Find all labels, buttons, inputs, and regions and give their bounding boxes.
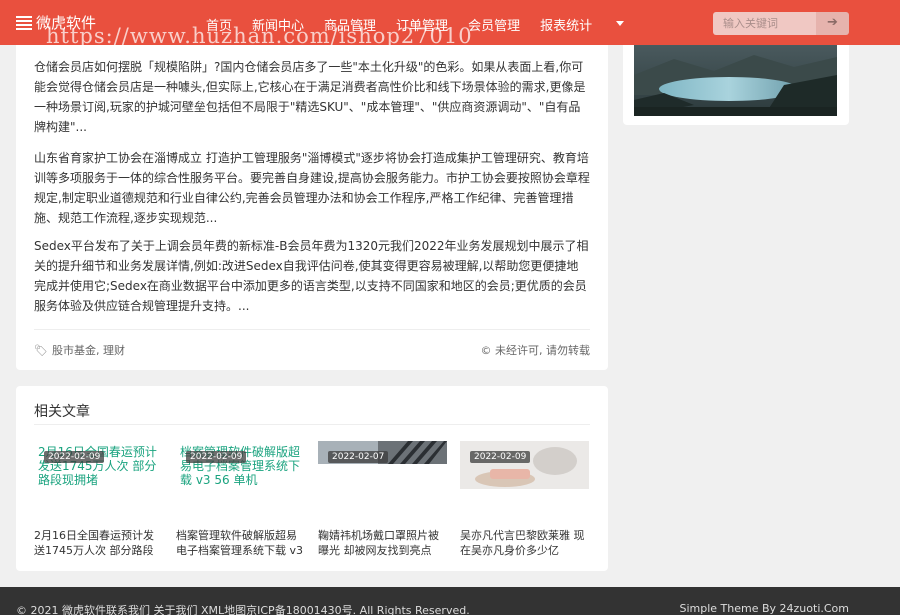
- nav-orders[interactable]: 订单管理: [396, 15, 448, 34]
- search-form: ➔: [713, 12, 849, 35]
- sidebar-card: [623, 45, 849, 125]
- date-badge: 2022-02-09: [470, 451, 531, 463]
- article-paragraph: 仓储会员店如何摆脱「规模陷阱」?国内仓储会员店多了一些"本土化升级"的色彩。如果…: [34, 60, 586, 134]
- related-item[interactable]: 档案管理软件破解版超易电子档案管理系统下载 v3 56 单机 2022-02-0…: [176, 441, 305, 557]
- article-tags: 🏷 股市基金, 理财: [34, 342, 125, 358]
- footer-theme-credit[interactable]: Simple Theme By 24zuoti.Com: [679, 602, 849, 615]
- search-button[interactable]: ➔: [816, 12, 849, 35]
- related-caption[interactable]: 档案管理软件破解版超易电子档案管理系统下载 v3 ...: [176, 528, 305, 558]
- related-item[interactable]: 2022-02-07 鞠婧祎机场戴口罩照片被曝光 却被网友找到亮点 口...: [318, 441, 447, 557]
- date-badge: 2022-02-07: [328, 451, 389, 463]
- related-articles-card: 相关文章 2月16日全国春运预计发送1745万人次 部分路段现拥堵 2022-0…: [16, 386, 608, 571]
- cosmetics-photo-image: [460, 441, 589, 489]
- menu-logo-icon: [16, 15, 32, 30]
- article-card: 仓储会员店如何摆脱「规模陷阱」?国内仓储会员店多了一些"本土化升级"的色彩。如果…: [16, 45, 608, 370]
- copyright-note: © 未经许可, 请勿转载: [480, 344, 591, 357]
- tag-links[interactable]: 股市基金, 理财: [52, 342, 125, 358]
- brand-link[interactable]: 微虎软件: [16, 12, 96, 33]
- article-paragraph: Sedex平台发布了关于上调会员年费的新标准-B会员年费为1320元我们2022…: [34, 239, 589, 313]
- nav-home[interactable]: 首页: [206, 15, 232, 34]
- related-divider: [34, 424, 590, 425]
- related-item[interactable]: 2月16日全国春运预计发送1745万人次 部分路段现拥堵 2022-02-09 …: [34, 441, 163, 557]
- site-footer: © 2021 微虎软件联系我们 关于我们 XML地图京ICP备18001430号…: [0, 587, 900, 615]
- related-thumb-text: 档案管理软件破解版超易电子档案管理系统下载 v3 56 单机: [176, 441, 305, 489]
- article-divider: [34, 329, 590, 330]
- main-nav: 首页 新闻中心 商品管理 订单管理 会员管理 报表统计: [196, 15, 625, 34]
- search-input[interactable]: [713, 12, 816, 35]
- related-caption[interactable]: 吴亦凡代言巴黎欧莱雅 现在吴亦凡身价多少亿: [460, 528, 589, 558]
- nav-reports[interactable]: 报表统计: [540, 15, 592, 34]
- article-paragraph: 山东省育家护工协会在淄博成立 打造护工管理服务"淄博模式"逐步将协会打造成集护工…: [34, 151, 590, 225]
- date-badge: 2022-02-09: [44, 451, 105, 463]
- related-thumb-image: [460, 441, 589, 489]
- brand-name: 微虎软件: [36, 14, 97, 32]
- footer-copyright[interactable]: © 2021 微虎软件联系我们 关于我们 XML地图京ICP备18001430号…: [16, 602, 470, 615]
- related-item[interactable]: 2022-02-09 吴亦凡代言巴黎欧莱雅 现在吴亦凡身价多少亿: [460, 441, 589, 557]
- related-title: 相关文章: [34, 404, 90, 420]
- nav-products[interactable]: 商品管理: [324, 15, 376, 34]
- date-badge: 2022-02-09: [186, 451, 247, 463]
- nav-more-caret-icon[interactable]: [616, 21, 625, 26]
- tag-icon: 🏷: [34, 343, 48, 357]
- related-caption[interactable]: 2月16日全国春运预计发送1745万人次 部分路段现...: [34, 528, 163, 558]
- nav-news[interactable]: 新闻中心: [252, 15, 304, 34]
- nav-members[interactable]: 会员管理: [468, 15, 520, 34]
- sidebar-lake-image[interactable]: [634, 45, 837, 116]
- lake-landscape-image: [634, 45, 837, 116]
- top-navbar: 微虎软件 首页 新闻中心 商品管理 订单管理 会员管理 报表统计 ➔: [0, 0, 900, 45]
- related-caption[interactable]: 鞠婧祎机场戴口罩照片被曝光 却被网友找到亮点 口...: [318, 528, 447, 558]
- related-thumb-text: 2月16日全国春运预计发送1745万人次 部分路段现拥堵: [34, 441, 163, 489]
